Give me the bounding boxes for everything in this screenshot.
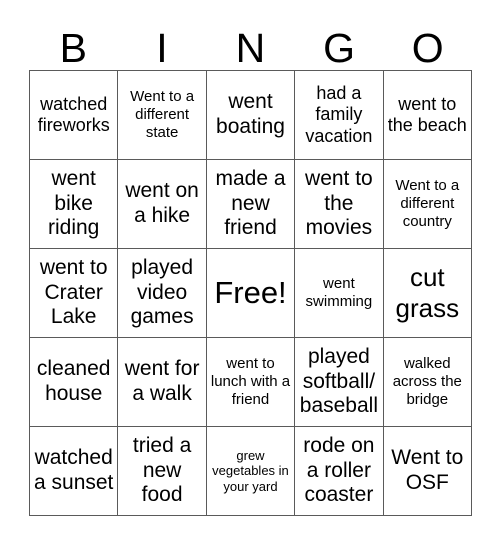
- bingo-cell-label: went to the movies: [305, 166, 373, 240]
- bingo-cell-label: made a new friend: [215, 166, 286, 240]
- bingo-cell[interactable]: went to the movies: [295, 160, 384, 249]
- bingo-cell[interactable]: Went to a different country: [383, 160, 472, 249]
- bingo-cell[interactable]: made a new friend: [206, 160, 296, 249]
- bingo-cell-label: grew vegetables in your yard: [212, 448, 289, 494]
- bingo-cell[interactable]: had a family vacation: [295, 71, 384, 160]
- bingo-header-letter-n: N: [235, 25, 266, 71]
- bingo-cell-label: went to lunch with a friend: [210, 355, 291, 408]
- bingo-cell[interactable]: rode on a roller coaster: [295, 427, 384, 516]
- bingo-cell[interactable]: Went to a different state: [118, 71, 207, 160]
- bingo-cell[interactable]: watched fireworks: [30, 71, 119, 160]
- bingo-card: B I N G O watched fireworks Went to a dif…: [0, 0, 500, 544]
- bingo-cell-label: Went to a different country: [395, 177, 460, 230]
- bingo-cell-label: went boating: [216, 90, 285, 138]
- bingo-cell-label: had a family vacation: [305, 83, 373, 146]
- bingo-cell-label: Went to OSF: [391, 446, 464, 494]
- bingo-cell[interactable]: went swimming: [295, 249, 384, 338]
- bingo-cell-label: cut grass: [395, 262, 460, 323]
- bingo-cell[interactable]: went to the beach: [383, 71, 472, 160]
- bingo-header-row: B I N G O: [29, 14, 472, 70]
- bingo-free-cell[interactable]: Free!: [206, 249, 296, 338]
- bingo-cell-label: went bike riding: [48, 166, 100, 240]
- bingo-cell-label: played video games: [130, 255, 194, 329]
- bingo-cell-label: went to Crater Lake: [39, 255, 108, 329]
- bingo-cell[interactable]: went for a walk: [118, 338, 207, 427]
- bingo-cell-label: Went to a different state: [130, 88, 195, 141]
- bingo-cell[interactable]: went boating: [206, 71, 296, 160]
- bingo-cell[interactable]: cut grass: [383, 249, 472, 338]
- bingo-cell-label: played softball/ baseball: [299, 344, 378, 418]
- bingo-cell-label: watched a sunset: [34, 446, 114, 494]
- bingo-cell[interactable]: grew vegetables in your yard: [206, 427, 296, 516]
- bingo-cell-label: Free!: [214, 274, 287, 310]
- bingo-grid: watched fireworks Went to a different sta…: [29, 70, 472, 516]
- bingo-header-letter-o: O: [411, 25, 444, 71]
- bingo-cell-label: went for a walk: [124, 357, 200, 405]
- bingo-cell[interactable]: went to Crater Lake: [30, 249, 119, 338]
- bingo-cell-label: went to the beach: [387, 93, 467, 135]
- bingo-cell-label: watched fireworks: [37, 93, 110, 135]
- bingo-cell[interactable]: watched a sunset: [30, 427, 119, 516]
- bingo-cell[interactable]: went to lunch with a friend: [206, 338, 296, 427]
- bingo-header-letter-b: B: [59, 25, 87, 71]
- bingo-cell[interactable]: played video games: [118, 249, 207, 338]
- bingo-cell[interactable]: went on a hike: [118, 160, 207, 249]
- bingo-cell-label: went swimming: [305, 275, 373, 310]
- bingo-cell-label: walked across the bridge: [392, 355, 462, 408]
- bingo-cell-label: went on a hike: [125, 179, 199, 227]
- bingo-cell-label: cleaned house: [36, 357, 111, 405]
- bingo-cell-label: tried a new food: [132, 433, 192, 507]
- bingo-header-letter-i: I: [156, 25, 168, 71]
- bingo-cell[interactable]: cleaned house: [30, 338, 119, 427]
- bingo-cell[interactable]: went bike riding: [30, 160, 119, 249]
- bingo-cell[interactable]: tried a new food: [118, 427, 207, 516]
- bingo-cell-label: rode on a roller coaster: [303, 433, 375, 507]
- bingo-cell[interactable]: played softball/ baseball: [295, 338, 384, 427]
- bingo-cell[interactable]: walked across the bridge: [383, 338, 472, 427]
- bingo-header-letter-g: G: [323, 25, 356, 71]
- bingo-cell[interactable]: Went to OSF: [383, 427, 472, 516]
